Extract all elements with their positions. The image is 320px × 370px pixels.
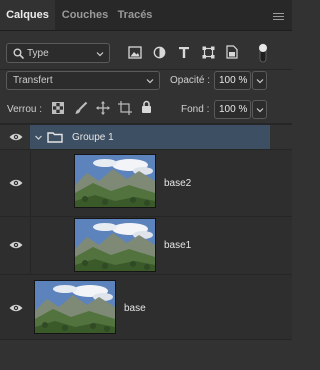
smart-object-filter-icon[interactable] xyxy=(226,45,238,59)
fill-label: Fond : xyxy=(181,104,210,115)
layer-selection-highlight xyxy=(30,125,270,149)
fill-dropdown-button[interactable] xyxy=(252,100,267,119)
blend-mode-value: Transfert xyxy=(13,75,53,86)
fill-value: 100 % xyxy=(219,104,248,115)
eye-icon[interactable] xyxy=(9,132,23,142)
lock-position-icon[interactable] xyxy=(96,101,110,115)
opacity-label: Opacité : xyxy=(170,75,211,86)
fill-input[interactable]: 100 % xyxy=(214,100,251,119)
tab-traces[interactable]: Tracés xyxy=(113,0,157,30)
layer-row-base2[interactable]: base2 xyxy=(0,150,292,216)
blend-mode-select[interactable]: Transfert xyxy=(6,71,160,90)
shape-filter-icon[interactable] xyxy=(202,46,215,59)
group-indent-line xyxy=(30,217,31,274)
filter-type-select[interactable]: Type xyxy=(6,43,110,63)
lock-image-pixels-icon[interactable] xyxy=(74,101,88,115)
layer-row-groupe-1[interactable]: Groupe 1 xyxy=(0,125,292,149)
filter-type-label: Type xyxy=(27,48,49,59)
layer-name: Groupe 1 xyxy=(72,132,114,143)
adjustment-filter-icon[interactable] xyxy=(153,46,166,59)
opacity-value: 100 % xyxy=(219,75,248,86)
lock-all-icon[interactable] xyxy=(141,100,152,114)
chevron-down-icon xyxy=(96,52,104,57)
separator xyxy=(0,339,292,340)
layer-thumbnail xyxy=(74,154,156,208)
search-icon xyxy=(13,48,24,59)
layer-name: base xyxy=(124,303,146,314)
lock-label: Verrou : xyxy=(7,104,43,115)
chevron-down-icon[interactable] xyxy=(34,133,43,142)
chevron-down-icon xyxy=(256,108,264,113)
folder-icon xyxy=(47,132,63,143)
chevron-down-icon xyxy=(146,79,154,84)
eye-icon[interactable] xyxy=(9,240,23,250)
lock-artboard-icon[interactable] xyxy=(118,101,132,115)
layer-row-base1[interactable]: base1 xyxy=(0,217,292,274)
filter-toggle-switch[interactable] xyxy=(258,42,268,64)
layer-row-base[interactable]: base xyxy=(0,275,292,339)
text-filter-icon[interactable] xyxy=(178,46,190,59)
layer-thumbnail xyxy=(34,280,116,334)
image-filter-icon[interactable] xyxy=(128,46,142,59)
opacity-input[interactable]: 100 % xyxy=(214,71,251,90)
separator xyxy=(0,69,292,70)
panel-menu-icon[interactable] xyxy=(273,13,284,20)
eye-icon[interactable] xyxy=(9,303,23,313)
layer-name: base2 xyxy=(164,178,192,189)
opacity-dropdown-button[interactable] xyxy=(252,71,267,90)
tab-calques[interactable]: Calques xyxy=(0,0,55,30)
layer-name: base1 xyxy=(164,240,192,251)
lock-transparent-pixels-icon[interactable] xyxy=(52,102,64,114)
layer-thumbnail xyxy=(74,218,156,272)
chevron-down-icon xyxy=(256,79,264,84)
group-indent-line xyxy=(30,150,31,216)
tab-couches[interactable]: Couches xyxy=(57,0,113,30)
eye-icon[interactable] xyxy=(9,178,23,188)
